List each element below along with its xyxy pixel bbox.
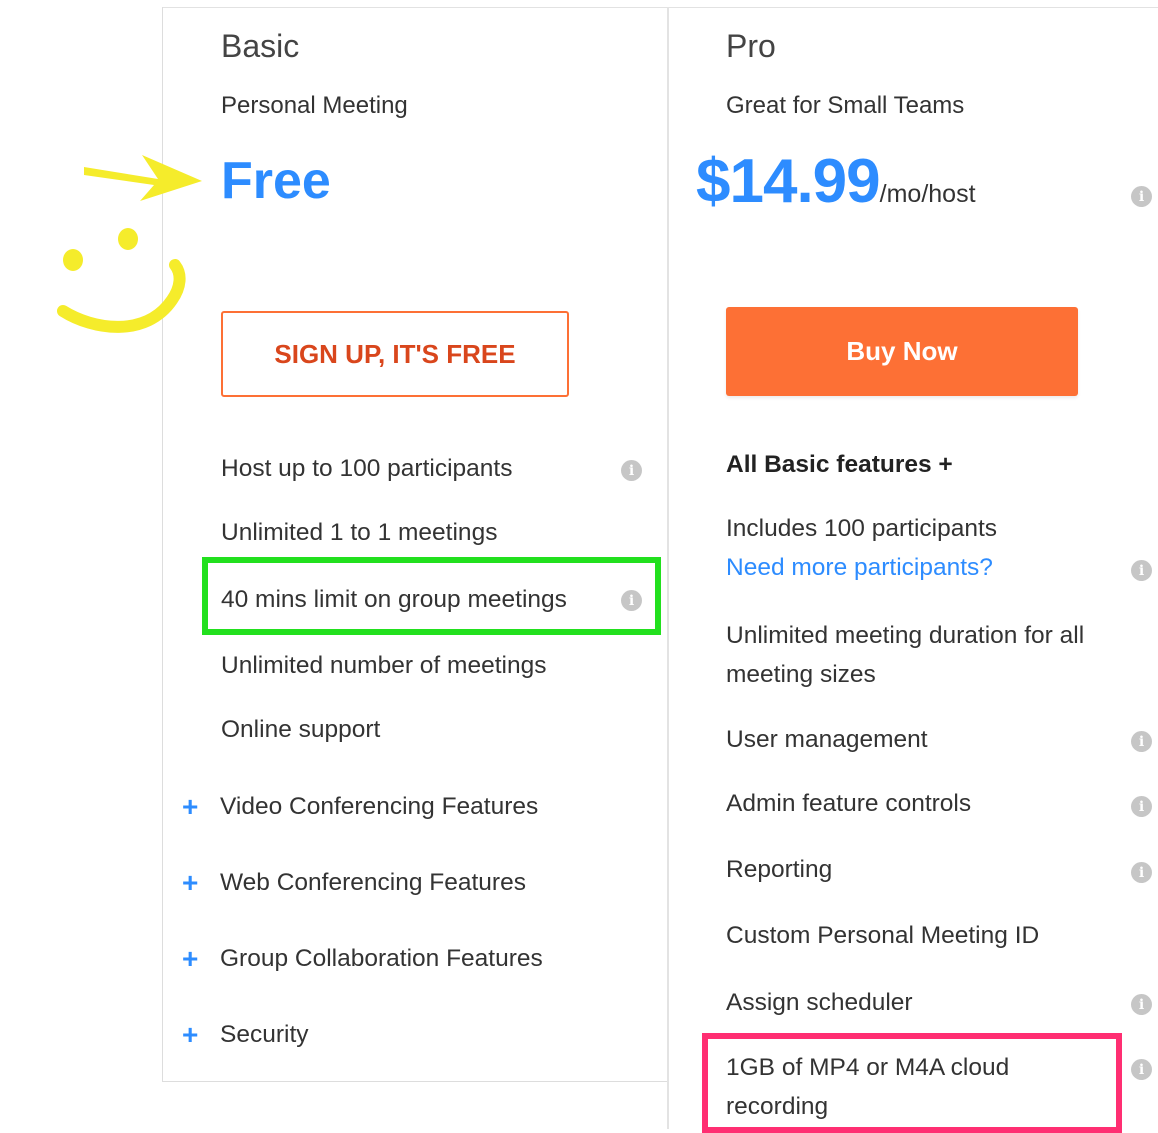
info-icon[interactable]: i — [1131, 994, 1152, 1015]
expander-label: Group Collaboration Features — [220, 945, 543, 972]
plus-icon: + — [182, 943, 199, 974]
need-more-participants-link[interactable]: Need more participants? — [726, 554, 993, 582]
feature-admin-controls: Admin feature controls — [726, 790, 972, 817]
highlight-box-pink — [702, 1033, 1122, 1133]
info-icon[interactable]: i — [1131, 186, 1152, 207]
bottom-divider — [162, 1081, 667, 1082]
feature-includes-participants: Includes 100 participants — [726, 515, 998, 542]
column-divider — [667, 7, 669, 1129]
plus-icon: + — [182, 791, 199, 822]
info-icon[interactable]: i — [1131, 1059, 1152, 1080]
feature-custom-pmi: Custom Personal Meeting ID — [726, 922, 1040, 949]
basic-plan-name: Basic — [221, 28, 300, 64]
feature-reporting: Reporting — [726, 856, 833, 883]
plus-icon: + — [182, 1019, 199, 1050]
highlight-box-green — [202, 557, 661, 635]
feature-unlimited-meetings: Unlimited number of meetings — [221, 652, 547, 679]
pro-plan-name: Pro — [726, 28, 776, 64]
basic-plan-tagline: Personal Meeting — [221, 92, 408, 119]
feature-host-participants: Host up to 100 participants — [221, 455, 513, 482]
basic-plan-price: Free — [221, 152, 331, 210]
arrow-doodle-icon — [84, 155, 202, 201]
pro-plan-price-unit: /mo/host — [879, 180, 976, 208]
pro-plan-price: $14.99 — [696, 147, 881, 216]
feature-user-management: User management — [726, 726, 928, 753]
info-icon[interactable]: i — [1131, 862, 1152, 883]
expander-label: Video Conferencing Features — [220, 793, 539, 820]
feature-online-support: Online support — [221, 716, 381, 743]
info-icon[interactable]: i — [1131, 796, 1152, 817]
expand-web-conferencing[interactable]: + Web Conferencing Features — [182, 869, 526, 897]
pro-plan-price-block: $14.99/mo/host — [696, 146, 976, 217]
info-icon[interactable]: i — [1131, 560, 1152, 581]
feature-unlimited-duration: Unlimited meeting duration for all meeti… — [726, 622, 1085, 688]
plus-icon: + — [182, 867, 199, 898]
expand-security[interactable]: + Security — [182, 1021, 309, 1049]
sign-up-free-button[interactable]: SIGN UP, IT'S FREE — [221, 311, 569, 397]
expand-group-collaboration[interactable]: + Group Collaboration Features — [182, 945, 543, 973]
expand-video-conferencing[interactable]: + Video Conferencing Features — [182, 793, 538, 821]
info-icon[interactable]: i — [621, 460, 642, 481]
pro-plan-tagline: Great for Small Teams — [726, 92, 965, 119]
expander-label: Security — [220, 1021, 309, 1048]
top-divider — [162, 7, 1158, 8]
feature-assign-scheduler: Assign scheduler — [726, 989, 913, 1016]
info-icon[interactable]: i — [1131, 731, 1152, 752]
smiley-doodle-icon — [57, 228, 186, 333]
expander-label: Web Conferencing Features — [220, 869, 526, 896]
buy-now-button[interactable]: Buy Now — [726, 307, 1078, 396]
feature-all-basic: All Basic features + — [726, 451, 953, 478]
feature-one-to-one: Unlimited 1 to 1 meetings — [221, 519, 498, 546]
